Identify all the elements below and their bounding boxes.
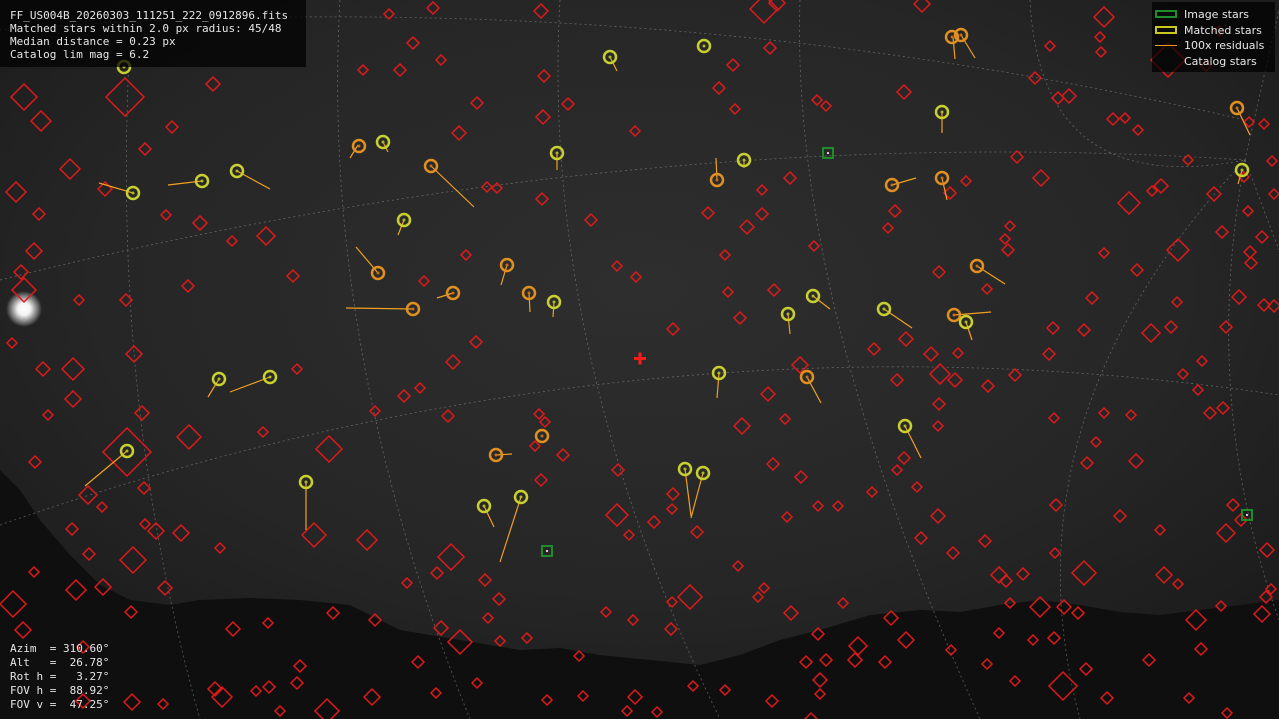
matched-star-center bbox=[882, 307, 886, 311]
matched-star-center bbox=[940, 110, 944, 114]
matched-star-center bbox=[268, 375, 272, 379]
matched-star-center bbox=[381, 140, 385, 144]
matched-star-center bbox=[950, 35, 954, 39]
matched-star-center bbox=[975, 264, 979, 268]
matched-star-center bbox=[940, 176, 944, 180]
filename-text: FF_US004B_20260303_111251_222_0912896.fi… bbox=[10, 9, 289, 22]
matched-star-center bbox=[200, 179, 204, 183]
image-star-center bbox=[1246, 514, 1248, 516]
legend-item-matched-stars: Matched stars bbox=[1152, 25, 1275, 39]
matched-star-center bbox=[715, 178, 719, 182]
rotation-text: Rot h = 3.27° bbox=[10, 670, 110, 683]
fov-horizontal-text: FOV h = 88.92° bbox=[10, 684, 110, 697]
matched-star-center bbox=[451, 291, 455, 295]
matched-star-center bbox=[505, 263, 509, 267]
azimuth-text: Azim = 310.60° bbox=[10, 642, 110, 655]
matched-star-center bbox=[702, 44, 706, 48]
matched-star-center bbox=[903, 424, 907, 428]
matched-star-center bbox=[890, 183, 894, 187]
yellow-box-icon bbox=[1155, 26, 1177, 34]
legend-label: Image stars bbox=[1184, 8, 1249, 21]
median-distance-text: Median distance = 0.23 px bbox=[10, 35, 176, 48]
image-star-center bbox=[546, 550, 548, 552]
legend: Image stars Matched stars 100x residuals… bbox=[1152, 2, 1275, 72]
matched-star-center bbox=[555, 151, 559, 155]
green-box-icon bbox=[1155, 10, 1177, 18]
matched-star-center bbox=[411, 307, 415, 311]
matched-star-center bbox=[376, 271, 380, 275]
matched-star-center bbox=[527, 291, 531, 295]
matched-star-center bbox=[131, 191, 135, 195]
image-star-center bbox=[827, 152, 829, 154]
matched-star-center bbox=[683, 467, 687, 471]
legend-label: 100x residuals bbox=[1184, 39, 1265, 52]
matched-star-center bbox=[952, 313, 956, 317]
sky-image bbox=[0, 0, 1279, 719]
legend-label: Catalog stars bbox=[1184, 55, 1257, 68]
limiting-magnitude-text: Catalog lim mag = 6.2 bbox=[10, 48, 150, 61]
matched-star-center bbox=[235, 169, 239, 173]
bright-object bbox=[6, 291, 42, 327]
info-panel: FF_US004B_20260303_111251_222_0912896.fi… bbox=[0, 0, 306, 67]
legend-label: Matched stars bbox=[1184, 24, 1262, 37]
matched-star-center bbox=[1240, 168, 1244, 172]
matched-star-center bbox=[429, 164, 433, 168]
altitude-text: Alt = 26.78° bbox=[10, 656, 110, 669]
matched-star-center bbox=[357, 144, 361, 148]
matched-star-center bbox=[552, 300, 556, 304]
orange-line-icon bbox=[1155, 45, 1177, 46]
matched-star-center bbox=[964, 320, 968, 324]
legend-item-catalog-stars: Catalog stars bbox=[1152, 56, 1275, 70]
matched-star-center bbox=[959, 33, 963, 37]
matched-star-center bbox=[786, 312, 790, 316]
matched-count-text: Matched stars within 2.0 px radius: 45/4… bbox=[10, 22, 282, 35]
matched-star-center bbox=[742, 158, 746, 162]
matched-star-center bbox=[482, 504, 486, 508]
matched-star-center bbox=[540, 434, 544, 438]
legend-item-residuals: 100x residuals bbox=[1152, 40, 1275, 54]
matched-star-center bbox=[805, 375, 809, 379]
matched-star-center bbox=[701, 471, 705, 475]
matched-star-center bbox=[125, 449, 129, 453]
matched-star-center bbox=[304, 480, 308, 484]
legend-item-image-stars: Image stars bbox=[1152, 9, 1275, 23]
matched-star-center bbox=[1235, 106, 1239, 110]
matched-star-center bbox=[494, 453, 498, 457]
fov-vertical-text: FOV v = 47.25° bbox=[10, 698, 110, 711]
matched-star-center bbox=[811, 294, 815, 298]
matched-star-center bbox=[402, 218, 406, 222]
matched-star-center bbox=[519, 495, 523, 499]
matched-star-center bbox=[717, 371, 721, 375]
matched-star-center bbox=[217, 377, 221, 381]
matched-star-center bbox=[608, 55, 612, 59]
